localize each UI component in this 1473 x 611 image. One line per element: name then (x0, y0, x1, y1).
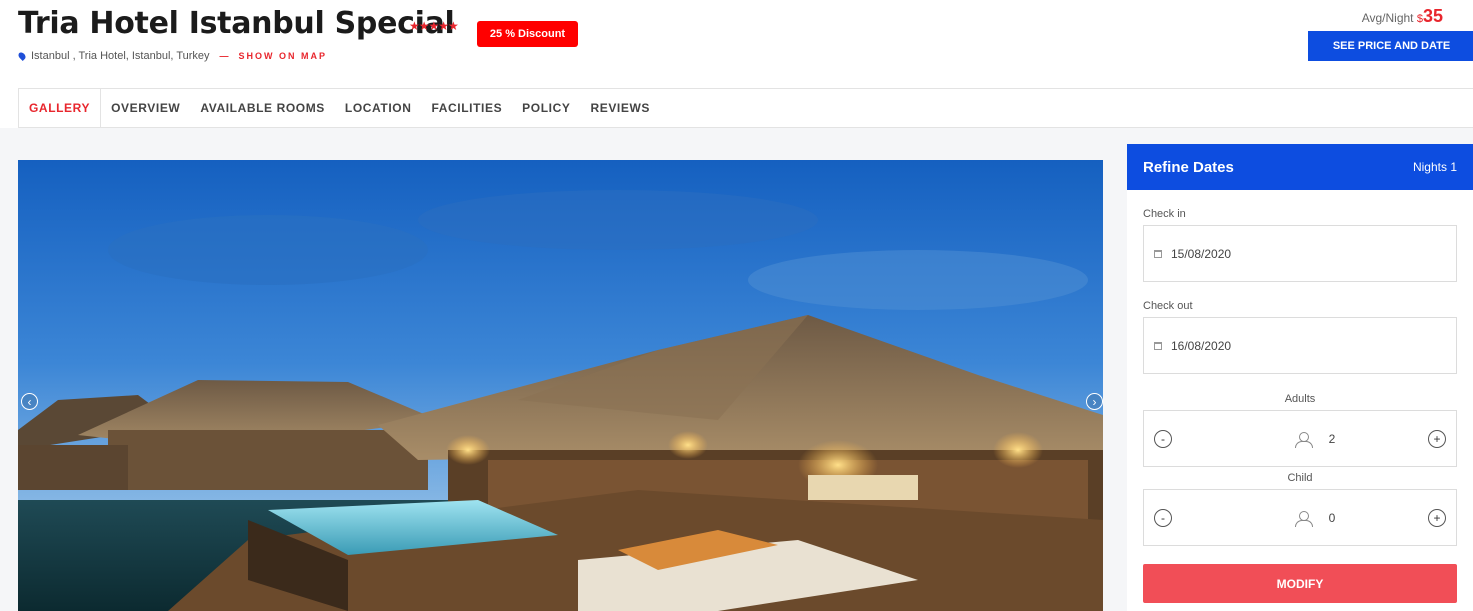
page-header: Tria Hotel Istanbul Special ★★★★★ 25 % D… (0, 0, 1473, 88)
photo-gallery: ‹ › (18, 160, 1103, 611)
hotel-title: Tria Hotel Istanbul Special (18, 6, 455, 41)
tab-gallery[interactable]: GALLERY (19, 89, 102, 127)
show-on-map-link[interactable]: SHOW ON MAP (220, 51, 328, 61)
adults-plus-button[interactable]: + (1428, 429, 1446, 448)
tab-location[interactable]: LOCATION (335, 89, 422, 127)
calendar-icon (1154, 249, 1162, 258)
child-stepper: - 0 + (1143, 489, 1457, 546)
tab-policy[interactable]: POLICY (512, 89, 580, 127)
star-rating: ★★★★★ (409, 19, 459, 33)
nights-count: Nights 1 (1412, 160, 1457, 174)
refine-dates-header: Refine Dates Nights 1 (1127, 144, 1473, 190)
adults-label: Adults (1284, 393, 1316, 405)
hotel-tabs: GALLERY OVERVIEW AVAILABLE ROOMS LOCATIO… (18, 88, 1473, 128)
child-label: Child (1287, 472, 1313, 484)
refine-dates-title: Refine Dates (1143, 158, 1234, 176)
refine-dates-card: Refine Dates Nights 1 Check in 15/08/202… (1127, 144, 1473, 611)
hotel-location: Istanbul , Tria Hotel, Istanbul, Turkey … (17, 50, 328, 62)
checkout-field[interactable]: 16/08/2020 (1143, 317, 1457, 374)
user-icon (1294, 431, 1313, 448)
map-pin-icon (17, 51, 27, 61)
price-value: 35 (1422, 6, 1443, 26)
avg-night-label: Avg/Night (1361, 11, 1414, 25)
chevron-left-icon: ‹ (27, 394, 32, 409)
gallery-prev-button[interactable]: ‹ (21, 393, 38, 410)
see-price-button[interactable]: SEE PRICE AND DATE (1308, 31, 1473, 61)
gallery-next-button[interactable]: › (1086, 393, 1103, 410)
discount-badge: 25 % Discount (477, 21, 578, 47)
checkin-label: Check in (1143, 208, 1186, 220)
hotel-photo (18, 160, 1103, 611)
tab-overview[interactable]: OVERVIEW (101, 89, 190, 127)
child-plus-button[interactable]: + (1428, 508, 1446, 527)
adults-value: 2 (1328, 431, 1336, 446)
modify-button[interactable]: MODIFY (1143, 564, 1457, 603)
tab-available-rooms[interactable]: AVAILABLE ROOMS (190, 89, 335, 127)
checkout-value: 16/08/2020 (1171, 338, 1232, 353)
adults-stepper: - 2 + (1143, 410, 1457, 467)
address-text: Istanbul , Tria Hotel, Istanbul, Turkey (31, 50, 210, 62)
tab-reviews[interactable]: REVIEWS (580, 89, 660, 127)
adults-minus-button[interactable]: - (1154, 429, 1172, 448)
child-minus-button[interactable]: - (1154, 508, 1172, 527)
avg-night-price: Avg/Night $35 (1362, 6, 1443, 27)
checkout-label: Check out (1143, 300, 1193, 312)
checkin-value: 15/08/2020 (1171, 246, 1232, 261)
calendar-icon (1154, 341, 1162, 350)
checkin-field[interactable]: 15/08/2020 (1143, 225, 1457, 282)
child-value: 0 (1328, 510, 1336, 525)
chevron-right-icon: › (1092, 394, 1097, 409)
tab-facilities[interactable]: FACILITIES (422, 89, 513, 127)
main-content: ‹ › Refine Dates Nights 1 Check in 15/08… (0, 128, 1473, 611)
user-icon (1294, 510, 1313, 527)
